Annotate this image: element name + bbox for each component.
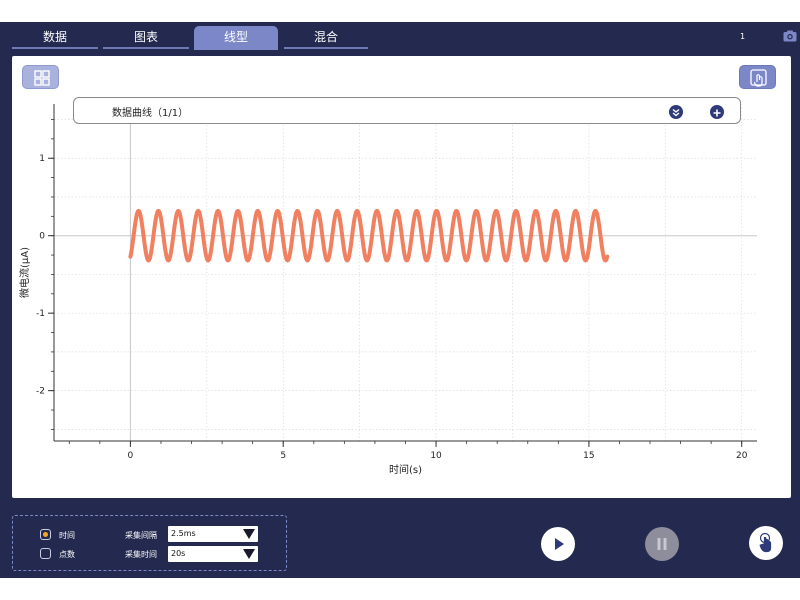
mode-points-label: 点数 — [59, 550, 75, 559]
chart-ticks: 0 5 10 15 2010-1-2 — [36, 119, 748, 461]
x-axis-label: 时间(s) — [389, 463, 422, 476]
tab-mixed-label: 混合 — [313, 30, 338, 44]
chart-grid — [54, 104, 757, 441]
x-tick-label: 10 — [430, 451, 442, 461]
interval-value: 2.5ms — [171, 529, 196, 538]
dropdown-arrow-icon — [243, 549, 255, 559]
layout-button[interactable] — [22, 65, 59, 89]
x-tick-label: 20 — [736, 451, 748, 461]
tab-chart[interactable]: 图表 — [103, 26, 189, 50]
legend-label: 数据曲线（1/1） — [112, 108, 189, 119]
mode-time-radio[interactable] — [40, 529, 51, 540]
interval-label: 采集间隔 — [125, 531, 157, 540]
legend-bar: 数据曲线（1/1） — [73, 97, 741, 124]
touch-icon — [759, 532, 772, 553]
pause-button[interactable] — [645, 527, 679, 561]
tab-data[interactable]: 数据 — [12, 26, 98, 50]
chevron-double-down-icon — [672, 108, 680, 117]
y-tick-label: 0 — [39, 232, 45, 242]
duration-value: 20s — [171, 549, 186, 558]
camera-icon[interactable] — [783, 30, 797, 42]
play-button[interactable] — [541, 527, 575, 561]
mode-time-label: 时间 — [59, 531, 75, 540]
tab-line-style[interactable]: 线型 — [194, 26, 278, 50]
duration-select[interactable]: 20s — [168, 546, 258, 562]
select-mode-button[interactable] — [739, 65, 776, 89]
chart-panel: 0 5 10 15 20 1 0 -1 -2 时间(s) 微电流(μA) 数据曲线（1/1） — [12, 56, 791, 498]
dropdown-arrow-icon — [243, 529, 255, 539]
tab-mixed[interactable]: 混合 — [284, 26, 368, 50]
y-axis-label: 微电流(μA) — [18, 247, 31, 298]
play-icon — [555, 538, 564, 550]
tab-data-label: 数据 — [42, 30, 67, 44]
app-window: 数据 图表 线型 混合 1 0510152010-1-2 时间( — [0, 22, 800, 578]
tab-bar: 数据 图表 线型 混合 1 — [0, 22, 800, 51]
mode-points-radio[interactable] — [40, 548, 51, 559]
y-tick-label: -1 — [36, 309, 45, 319]
pause-icon — [657, 538, 667, 550]
page-counter: 1 — [740, 32, 746, 41]
grid-layout-icon — [34, 70, 50, 86]
x-tick-label: 15 — [583, 451, 594, 461]
duration-label: 采集时间 — [125, 550, 157, 559]
x-tick-label: 0 — [128, 451, 134, 461]
plus-icon — [713, 109, 721, 117]
y-tick-label: -2 — [36, 387, 45, 397]
tab-chart-label: 图表 — [133, 30, 158, 44]
tab-line-style-label: 线型 — [223, 30, 248, 44]
legend-add-button[interactable] — [710, 105, 724, 119]
interval-select[interactable]: 2.5ms — [168, 526, 258, 542]
acquisition-settings: 时间 点数 采集间隔 2.5ms 采集时间 20s — [12, 515, 287, 571]
y-tick-label: 1 — [39, 154, 45, 164]
touch-select-icon — [750, 69, 767, 87]
touch-mode-button[interactable] — [749, 526, 783, 560]
x-tick-label: 5 — [280, 451, 286, 461]
legend-collapse-button[interactable] — [669, 105, 683, 119]
